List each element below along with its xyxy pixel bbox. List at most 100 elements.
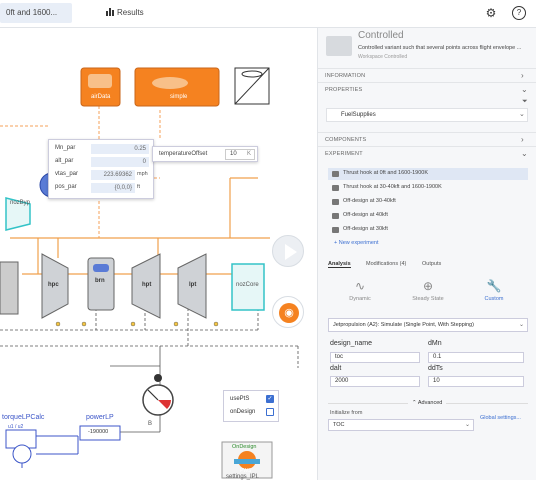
nozcore-label: nozCore (236, 282, 259, 288)
mode-custom[interactable]: 🔧 Custom (464, 276, 524, 312)
temperature-offset-popup: temperatureOffset 10 K (152, 146, 258, 162)
experiment-label: Off-design at 30-40kft (343, 198, 396, 204)
hpt-label: hpt (142, 282, 152, 288)
mode-dynamic[interactable]: ∿ Dynamic (330, 276, 390, 312)
top-bar: 0ft and 1600... Results ⚙ ? (0, 0, 536, 28)
ondesign-label: OnDesign (232, 444, 257, 450)
torque-lpcalc-label: torqueLPCalc (2, 414, 45, 421)
section-label: EXPERIMENT (325, 151, 363, 157)
diagram-canvas[interactable]: airData simple nozByp hpc brn hpt lpt no… (0, 28, 317, 480)
experiment-icon (332, 171, 339, 177)
airdata-label: airData (91, 94, 111, 100)
param-value-field[interactable]: 0 (91, 157, 149, 167)
parameter-checkbox-popup: usePtS ✓ onDesign (223, 390, 279, 422)
filter-icon[interactable]: ⏷ (522, 98, 528, 106)
experiment-item[interactable]: Off-design at 30kft (328, 224, 528, 236)
chevron-right-icon: › (521, 135, 524, 144)
ddts-label: ddTs (428, 365, 443, 372)
brn-label: brn (95, 278, 105, 284)
experiment-icon (332, 185, 339, 191)
help-icon[interactable]: ? (512, 6, 526, 20)
panel-title: Controlled (358, 30, 404, 41)
experiment-icon (332, 227, 339, 233)
dalt-label: dalt (330, 365, 342, 372)
experiment-label: Off-design at 30kft (343, 226, 388, 232)
ratio-label: u1 / u2 (8, 424, 24, 430)
mode-label: Dynamic (349, 296, 371, 302)
gear-icon[interactable]: ⚙ (484, 6, 498, 20)
ondesign-checkbox[interactable] (266, 408, 274, 416)
experiment-item[interactable]: Off-design at 30-40kft (328, 196, 528, 208)
simple-label: simple (170, 94, 188, 100)
play-button[interactable] (272, 235, 304, 267)
section-label: PROPERTIES (325, 87, 363, 93)
param-value-field[interactable]: 223.69362 (91, 170, 135, 180)
tab-experiment[interactable]: 0ft and 1600... (0, 3, 72, 23)
mode-steady-state[interactable]: ⊕ Steady State (398, 276, 458, 312)
experiment-icon (332, 213, 339, 219)
nozbyp-label: nozByp (10, 200, 31, 206)
dalt-field[interactable]: 2000 (330, 376, 420, 387)
powerlp-label: powerLP (86, 414, 114, 421)
tab-outputs[interactable]: Outputs (422, 261, 441, 267)
tab-results[interactable]: Results (100, 3, 150, 23)
dynamic-icon: ∿ (354, 279, 366, 293)
useps-label: usePtS (230, 396, 250, 402)
hpc-label: hpc (48, 282, 59, 288)
design-name-label: design_name (330, 340, 373, 347)
tab-analysis[interactable]: Analysis (328, 261, 351, 268)
temperature-offset-unit: K (247, 151, 252, 157)
panel-subtitle: Workspace Controlled (358, 54, 408, 60)
simulation-text: Jetpropulsion (A2): Simulate (Single Poi… (333, 322, 474, 328)
experiment-icon (332, 199, 339, 205)
properties-dropdown[interactable]: FuelSupplies ⌄ (326, 108, 528, 122)
param-value-field[interactable]: 0.25 (91, 144, 149, 154)
chevron-right-icon: › (521, 71, 524, 80)
experiment-label: Off-design at 40kft (343, 212, 388, 218)
global-settings-link[interactable]: Global settings... (480, 414, 524, 423)
lpt-label: lpt (189, 282, 197, 288)
advanced-label: Advanced (417, 400, 443, 406)
experiment-item[interactable]: Thrust hook at 30-40kft and 1600-1900K (328, 182, 528, 194)
param-row: alt_par 0 (55, 157, 151, 168)
visibility-button[interactable]: ◉ (272, 296, 304, 328)
mode-label: Steady State (412, 296, 444, 302)
model-thumbnail-icon (326, 36, 352, 56)
power-value: -190000 (88, 429, 109, 435)
experiment-item[interactable]: Thrust hook at 0ft and 1600-1900K (328, 168, 528, 180)
advanced-toggle[interactable]: ⌃ Advanced (408, 400, 447, 406)
chevron-down-icon: ⌄ (519, 322, 525, 328)
design-name-field[interactable]: toc (330, 352, 420, 363)
bar-chart-icon (106, 8, 114, 16)
tab-modifications[interactable]: Modifications (4) (366, 261, 406, 267)
section-properties[interactable]: PROPERTIES ⌄ (318, 82, 536, 96)
properties-panel: Controlled Controlled variant such that … (317, 28, 536, 480)
section-experiment[interactable]: EXPERIMENT ⌄ (318, 146, 536, 160)
settings-label: settings_IPL (226, 474, 260, 480)
ddts-field[interactable]: 10 (428, 376, 524, 387)
param-value-field[interactable]: {0,0,0} (91, 183, 135, 193)
parameter-popup: Mn_par 0.25 alt_par 0 vtas_par 223.69362… (48, 139, 154, 199)
param-row: Mn_par 0.25 (55, 144, 151, 155)
section-components[interactable]: COMPONENTS › (318, 132, 536, 146)
ondesign-checkbox-label: onDesign (230, 409, 256, 415)
experiment-item[interactable]: Off-design at 40kft (328, 210, 528, 222)
dmn-field[interactable]: 0.1 (428, 352, 524, 363)
section-information[interactable]: INFORMATION › (318, 68, 536, 82)
initialize-value: TOC (333, 422, 345, 428)
experiment-subtabs: Analysis Modifications (4) Outputs (318, 258, 536, 270)
section-label: INFORMATION (325, 73, 366, 79)
simulation-select[interactable]: Jetpropulsion (A2): Simulate (Single Poi… (328, 318, 528, 332)
useps-checkbox[interactable]: ✓ (266, 395, 274, 403)
tab-results-label: Results (117, 8, 144, 17)
param-unit: mph (137, 171, 148, 177)
param-name: pos_par (55, 184, 77, 190)
param-name: Mn_par (55, 145, 76, 151)
eye-icon: ◉ (279, 303, 299, 323)
dmn-label: dMn (428, 340, 442, 347)
new-experiment-link[interactable]: + New experiment (334, 240, 378, 246)
wrench-icon: 🔧 (486, 279, 502, 293)
target-icon: ⊕ (422, 279, 434, 293)
temperature-offset-name: temperatureOffset (159, 151, 208, 157)
initialize-select[interactable]: TOC ⌄ (328, 419, 474, 431)
